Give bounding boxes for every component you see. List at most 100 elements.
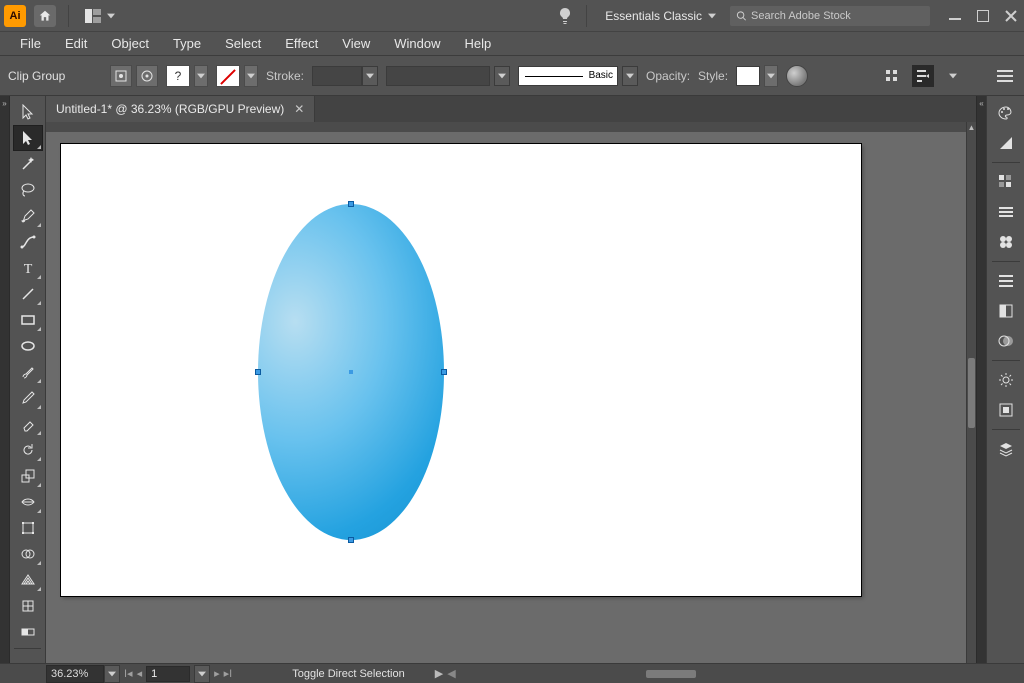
gradient-panel[interactable] [992, 298, 1020, 324]
perspective-tool[interactable] [14, 568, 42, 592]
transform-chevron[interactable] [942, 65, 964, 87]
maximize-button[interactable] [974, 7, 992, 25]
menu-view[interactable]: View [330, 33, 382, 54]
menu-window[interactable]: Window [382, 33, 452, 54]
appearance-panel[interactable] [992, 367, 1020, 393]
line-tool[interactable] [14, 282, 42, 306]
pencil-tool[interactable] [14, 386, 42, 410]
brushes-panel[interactable] [992, 199, 1020, 225]
var-width-profile[interactable] [386, 66, 510, 86]
selection-tool[interactable] [14, 100, 42, 124]
left-dock-collapse[interactable]: » [0, 96, 10, 663]
anchor-right[interactable] [441, 369, 447, 375]
minimize-button[interactable] [946, 7, 964, 25]
stroke-control[interactable] [216, 65, 258, 87]
nav-first-icon[interactable]: I◂ [124, 667, 133, 680]
brush-definition[interactable]: Basic [518, 66, 638, 86]
graphic-style-control[interactable] [736, 65, 778, 87]
fill-swatch[interactable]: ? [166, 65, 190, 87]
recolor-artwork-button[interactable] [786, 65, 808, 87]
anchor-bottom[interactable] [348, 537, 354, 543]
horizontal-scroll-thumb[interactable] [646, 670, 696, 678]
nav-next-icon[interactable]: ▸ [214, 667, 220, 680]
titlebar-divider [68, 5, 69, 27]
color-guide-panel[interactable] [992, 130, 1020, 156]
shape-builder-tool[interactable] [14, 542, 42, 566]
stroke-weight-input[interactable] [312, 66, 378, 86]
document-tab[interactable]: Untitled-1* @ 36.23% (RGB/GPU Preview) ✕ [46, 96, 315, 122]
titlebar-divider-2 [586, 5, 587, 27]
fill-control[interactable]: ? [166, 65, 208, 87]
symbols-panel[interactable] [992, 229, 1020, 255]
scroll-thumb[interactable] [968, 358, 975, 428]
magic-wand-tool[interactable] [14, 152, 42, 176]
eraser-tool[interactable] [14, 412, 42, 436]
anchor-left[interactable] [255, 369, 261, 375]
menu-type[interactable]: Type [161, 33, 213, 54]
edit-contents-button[interactable] [110, 65, 132, 87]
menu-effect[interactable]: Effect [273, 33, 330, 54]
menu-file[interactable]: File [8, 33, 53, 54]
close-button[interactable] [1002, 7, 1020, 25]
vertical-scrollbar[interactable]: ▲ [966, 122, 976, 663]
home-button[interactable] [34, 5, 56, 27]
zoom-chevron[interactable] [104, 665, 120, 683]
ellipse-tool[interactable] [14, 334, 42, 358]
canvas-ruler-gutter [46, 122, 966, 132]
status-chevrons[interactable]: ▶◀ [435, 667, 456, 680]
artboard-number-input[interactable]: 1 [146, 666, 190, 682]
zoom-display[interactable]: 36.23% [46, 665, 104, 683]
style-label: Style: [698, 69, 728, 83]
right-dock-collapse[interactable]: « [976, 96, 986, 663]
layers-panel[interactable] [992, 436, 1020, 462]
document-area: Untitled-1* @ 36.23% (RGB/GPU Preview) ✕… [46, 96, 976, 663]
swatches-panel[interactable] [992, 169, 1020, 195]
direct-selection-tool[interactable] [14, 126, 42, 150]
menu-select[interactable]: Select [213, 33, 273, 54]
nav-last-icon[interactable]: ▸I [224, 667, 233, 680]
scroll-up-arrow[interactable]: ▲ [967, 122, 976, 132]
artboard-chevron[interactable] [194, 665, 210, 683]
align-button[interactable] [882, 65, 904, 87]
graphic-styles-panel[interactable] [992, 397, 1020, 423]
mesh-tool[interactable] [14, 594, 42, 618]
artboard[interactable] [61, 144, 861, 596]
transparency-panel[interactable] [992, 328, 1020, 354]
lasso-tool[interactable] [14, 178, 42, 202]
gradient-tool[interactable] [14, 620, 42, 644]
menu-object[interactable]: Object [99, 33, 161, 54]
arrange-documents-button[interactable] [81, 7, 119, 25]
rectangle-tool[interactable] [14, 308, 42, 332]
panel-menu-button[interactable] [994, 65, 1016, 87]
document-tab-title: Untitled-1* @ 36.23% (RGB/GPU Preview) [56, 102, 284, 116]
menubar: File Edit Object Type Select Effect View… [0, 32, 1024, 56]
discover-icon[interactable] [556, 7, 574, 25]
style-swatch[interactable] [736, 66, 760, 86]
pen-tool[interactable] [14, 204, 42, 228]
close-tab-icon[interactable]: ✕ [294, 102, 304, 116]
nav-prev-icon[interactable]: ◂ [137, 667, 143, 680]
stroke-panel[interactable] [992, 268, 1020, 294]
canvas[interactable]: ▲ [46, 122, 976, 663]
stroke-label: Stroke: [266, 69, 304, 83]
rotate-tool[interactable] [14, 438, 42, 462]
window-controls [946, 7, 1020, 25]
menu-edit[interactable]: Edit [53, 33, 99, 54]
scale-tool[interactable] [14, 464, 42, 488]
transform-button[interactable] [912, 65, 934, 87]
width-tool[interactable] [14, 490, 42, 514]
brush-basic[interactable]: Basic [518, 66, 618, 86]
anchor-center[interactable] [349, 370, 353, 374]
paintbrush-tool[interactable] [14, 360, 42, 384]
anchor-top[interactable] [348, 201, 354, 207]
workspace-switcher[interactable]: Essentials Classic [599, 7, 722, 25]
type-tool[interactable]: T [14, 256, 42, 280]
stock-search[interactable] [730, 6, 930, 26]
stock-search-input[interactable] [751, 10, 924, 22]
menu-help[interactable]: Help [452, 33, 503, 54]
isolate-mask-button[interactable] [136, 65, 158, 87]
color-panel[interactable] [992, 100, 1020, 126]
free-transform-tool[interactable] [14, 516, 42, 540]
curvature-tool[interactable] [14, 230, 42, 254]
stroke-swatch-none[interactable] [216, 65, 240, 87]
